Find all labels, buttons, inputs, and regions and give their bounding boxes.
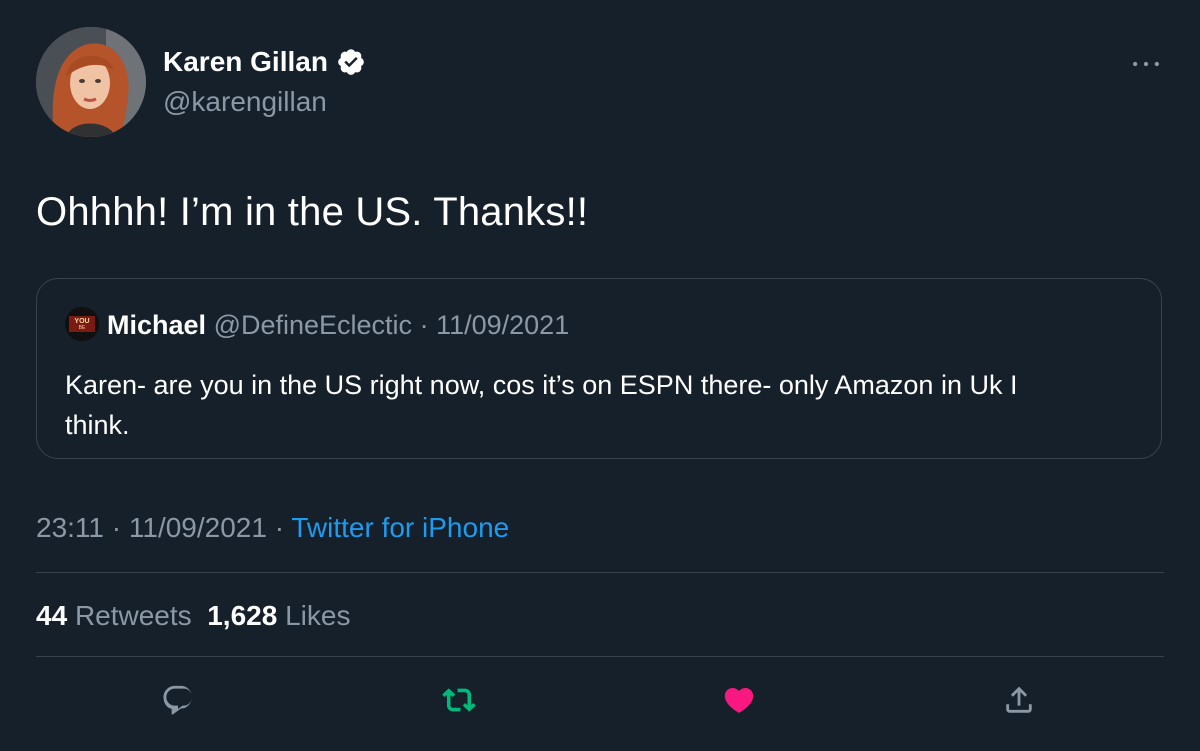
reply-icon (163, 685, 192, 715)
retweets-stat[interactable]: 44 Retweets (36, 600, 192, 631)
quoted-separator: · (419, 310, 429, 340)
share-icon (1006, 686, 1032, 713)
tweet-date[interactable]: 11/09/2021 (129, 512, 267, 543)
quoted-tweet-header: Michael @DefineEclectic · 11/09/2021 (107, 309, 569, 341)
quoted-handle: @DefineEclectic (213, 310, 413, 340)
tweet-text: Ohhhh! I’m in the US. Thanks!! (36, 190, 589, 234)
meta-separator-1: · (111, 512, 122, 543)
quoted-tweet[interactable]: YOU BE Michael @DefineEclectic · 11/09/2… (36, 278, 1162, 459)
avatar-photo-icon (36, 27, 146, 137)
retweet-icon (442, 688, 476, 712)
meta-separator-2: · (274, 512, 285, 543)
quoted-avatar-text-mid: BE (79, 325, 86, 331)
author-name-row[interactable]: Karen Gillan (163, 44, 366, 80)
quoted-author-avatar[interactable]: YOU BE (65, 307, 99, 341)
author-avatar[interactable] (36, 27, 146, 137)
likes-count: 1,628 (207, 600, 278, 631)
tweet-meta-line: 23:11 · 11/09/2021 · Twitter for iPhone (36, 508, 509, 548)
reply-button[interactable] (160, 682, 196, 718)
tweet-detail: Karen Gillan @karengillan Ohhhh! I’m in … (0, 0, 1200, 751)
quoted-date: 11/09/2021 (436, 310, 570, 340)
likes-stat[interactable]: 1,628 Likes (207, 600, 350, 631)
tweet-time[interactable]: 23:11 (36, 512, 104, 543)
heart-icon (724, 687, 754, 713)
author-display-name[interactable]: Karen Gillan (163, 44, 328, 80)
likes-label: Likes (285, 600, 351, 631)
author-handle[interactable]: @karengillan (163, 84, 327, 120)
retweets-label: Retweets (74, 600, 192, 631)
retweet-button[interactable] (441, 682, 477, 718)
quoted-display-name: Michael (107, 310, 207, 340)
quoted-text-line-2: think. (65, 410, 130, 440)
quoted-tweet-text: Karen- are you in the US right now, cos … (65, 365, 1145, 445)
more-options-icon[interactable] (1128, 50, 1164, 78)
share-button[interactable] (1001, 682, 1037, 718)
retweets-count: 44 (36, 600, 68, 631)
quoted-text-line-1: Karen- are you in the US right now, cos … (65, 370, 1018, 400)
quoted-avatar-text-top: YOU (74, 318, 89, 325)
like-button[interactable] (721, 682, 757, 718)
tweet-source-link[interactable]: Twitter for iPhone (291, 512, 509, 543)
divider-top (36, 572, 1164, 573)
engagement-stats: 44 Retweets 1,628 Likes (36, 596, 350, 636)
verified-badge-icon (336, 47, 366, 77)
divider-bottom (36, 656, 1164, 657)
